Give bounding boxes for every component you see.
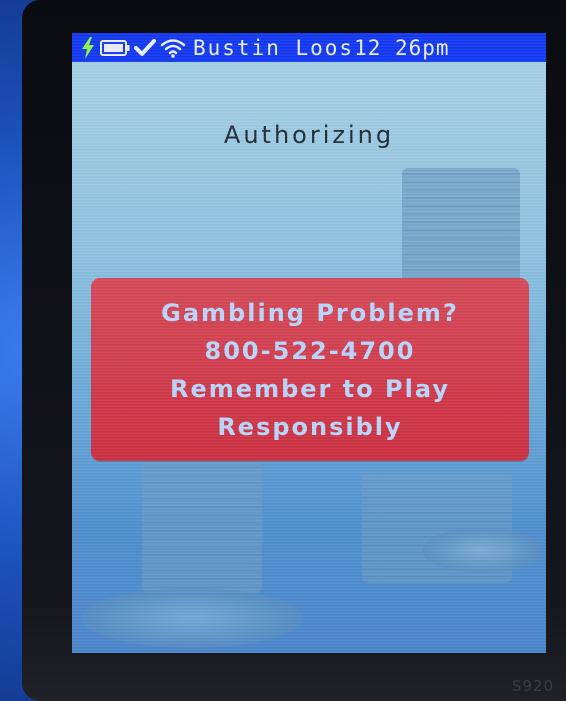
payment-terminal: Bustin Loos 12 26pm Authorizing Gambling… [22, 0, 566, 701]
check-icon [133, 33, 157, 62]
banner-line-heading: Gambling Problem? [161, 298, 459, 327]
page-title: Authorizing [223, 121, 395, 149]
banner-line-closing: Responsibly [217, 412, 403, 441]
bolt-icon [79, 33, 97, 62]
battery-icon [99, 33, 131, 62]
device-model-label: S920 [511, 677, 554, 695]
banner-line-phone: 800-522-4700 [204, 336, 416, 365]
responsible-gambling-banner: Gambling Problem? 800-522-4700 Remember … [91, 278, 529, 461]
chip-stack-image [142, 463, 262, 593]
chip-image [422, 528, 542, 573]
chip-image [82, 588, 302, 648]
wifi-icon [159, 33, 187, 62]
merchant-name: Bustin Loos [193, 35, 355, 60]
terminal-screen: Bustin Loos 12 26pm Authorizing Gambling… [72, 33, 546, 653]
banner-line-reminder: Remember to Play [170, 374, 450, 403]
status-time: 12 26pm [354, 35, 450, 60]
status-bar: Bustin Loos 12 26pm [72, 33, 546, 62]
